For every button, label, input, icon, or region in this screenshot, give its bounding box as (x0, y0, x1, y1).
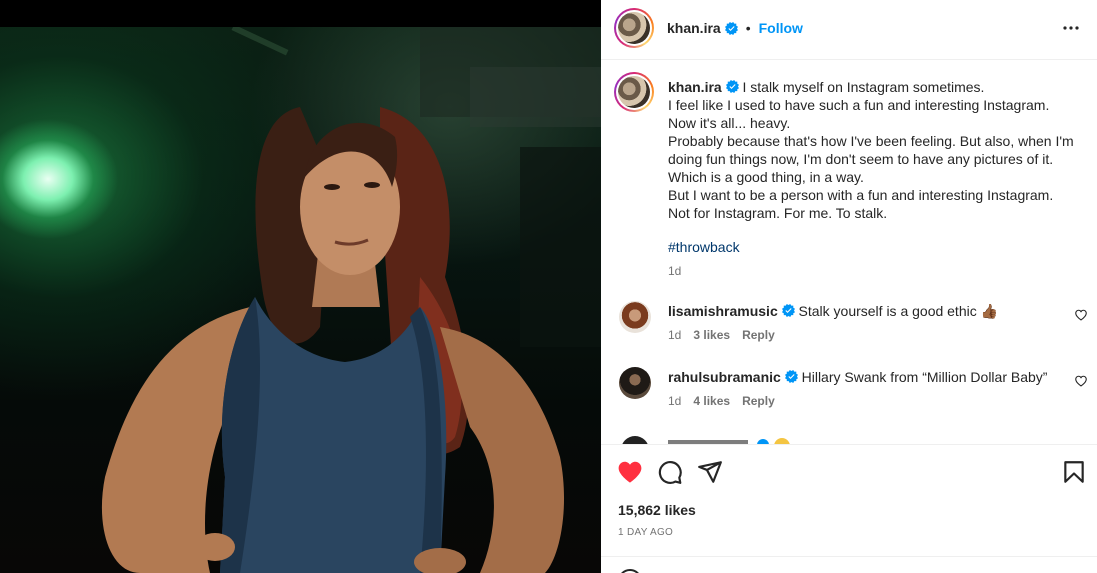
comment-text: Stalk yourself is a good ethic 👍🏾 (798, 303, 999, 319)
post-media[interactable] (0, 0, 601, 573)
comment-icon[interactable] (657, 459, 683, 485)
comment-item: lisamishramusic Stalk yourself is a good… (601, 301, 1097, 361)
commenter-avatar[interactable] (619, 367, 651, 399)
reply-button[interactable]: Reply (742, 328, 775, 342)
caption-author-avatar[interactable] (614, 72, 654, 112)
comment-time[interactable]: 1d (668, 394, 681, 408)
comment-meta: 1d 3 likes Reply (668, 328, 775, 342)
post-photo[interactable] (0, 27, 601, 573)
commenter-avatar[interactable] (619, 301, 651, 333)
comment-body: rahulsubramanic Hillary Swank from “Mill… (668, 368, 1058, 386)
comment-item: rahulsubramanic Hillary Swank from “Mill… (601, 367, 1097, 427)
photo-illustration (101, 27, 601, 573)
comment-likes[interactable]: 4 likes (693, 394, 730, 408)
likes-count[interactable]: 15,862 likes (618, 502, 696, 518)
verified-icon (784, 370, 798, 383)
post-header: khan.ira • Follow (601, 0, 1097, 60)
small-heart-icon[interactable] (1075, 309, 1087, 321)
comment-text: Hillary Swank from “Million Dollar Baby” (801, 369, 1048, 385)
caption-username[interactable]: khan.ira (668, 79, 722, 95)
small-heart-icon[interactable] (1075, 375, 1087, 387)
add-comment-bar[interactable] (601, 556, 1097, 573)
post-date[interactable]: 1 DAY AGO (618, 527, 673, 538)
author-username[interactable]: khan.ira (667, 20, 721, 36)
author-avatar[interactable] (614, 8, 654, 48)
post-caption: khan.ira I stalk myself on Instagram som… (668, 78, 1078, 222)
follow-button[interactable]: Follow (759, 20, 803, 36)
comment-item-partial (619, 433, 819, 444)
comment-time[interactable]: 1d (668, 328, 681, 342)
post-side-panel: khan.ira • Follow khan.ira I stalk mysel… (601, 0, 1097, 573)
emoji-icon[interactable] (618, 569, 642, 573)
comment-body: lisamishramusic Stalk yourself is a good… (668, 302, 1058, 320)
hashtag-link[interactable]: #throwback (668, 239, 740, 255)
caption-timestamp[interactable]: 1d (668, 264, 681, 278)
reply-button[interactable]: Reply (742, 394, 775, 408)
verified-icon (724, 21, 738, 35)
more-icon[interactable] (1059, 16, 1083, 40)
partial-comment-glyphs (622, 436, 790, 444)
verified-icon (781, 304, 795, 317)
commenter-username[interactable]: rahulsubramanic (668, 369, 781, 385)
separator-dot: • (745, 20, 751, 36)
comment-meta: 1d 4 likes Reply (668, 394, 775, 408)
share-icon[interactable] (697, 459, 723, 485)
author-info: khan.ira • Follow (667, 20, 803, 36)
commenter-username[interactable]: lisamishramusic (668, 303, 778, 319)
comment-likes[interactable]: 3 likes (693, 328, 730, 342)
comments-list[interactable]: khan.ira I stalk myself on Instagram som… (601, 61, 1097, 444)
caption-text: I stalk myself on Instagram sometimes. I… (668, 79, 1074, 221)
verified-icon (725, 80, 739, 93)
heart-filled-icon[interactable] (617, 459, 643, 485)
post-actions: 15,862 likes 1 DAY AGO (601, 444, 1097, 556)
save-icon[interactable] (1061, 459, 1087, 485)
